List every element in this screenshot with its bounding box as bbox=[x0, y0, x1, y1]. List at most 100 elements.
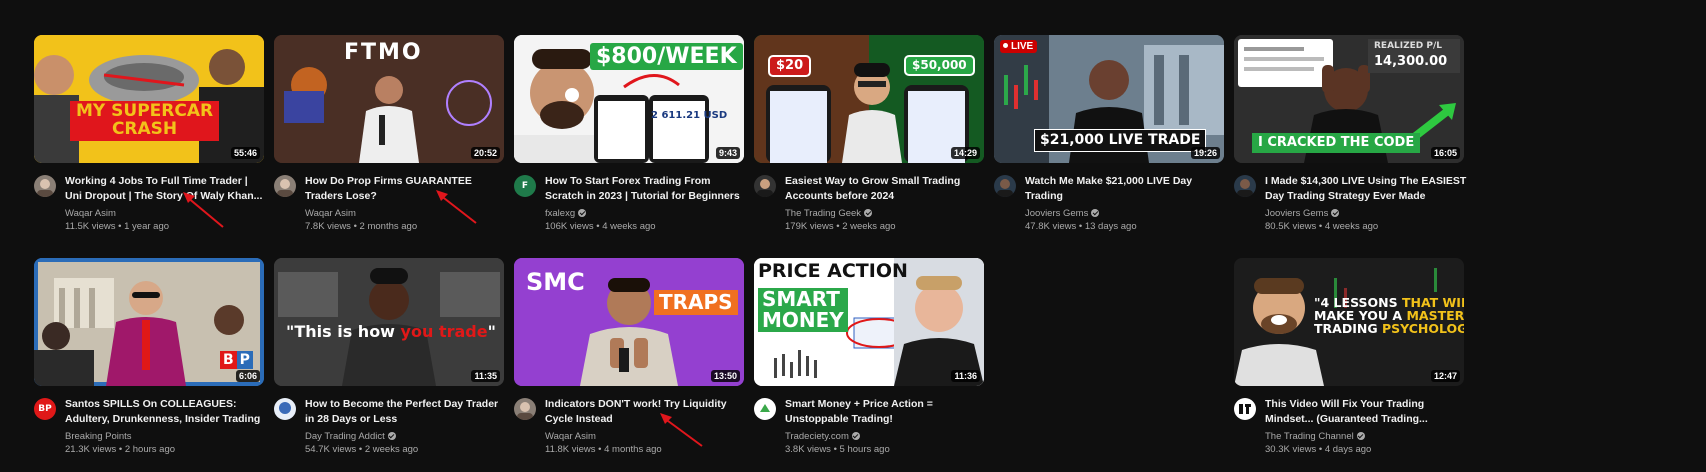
video-info: Easiest Way to Grow Small Trading Accoun… bbox=[785, 174, 987, 233]
video-card[interactable]: LIVE $21,000 LIVE TRADE 19:26 Watch Me M… bbox=[994, 35, 1227, 232]
thumbnail-balance: 2 611.21 USD bbox=[651, 110, 728, 121]
channel-name-text: Jooviers Gems bbox=[1265, 208, 1329, 219]
video-card[interactable]: "4 LESSONS THAT WILL MAKE YOU A MASTER O… bbox=[1234, 258, 1467, 455]
video-title[interactable]: Smart Money + Price Action = Unstoppable… bbox=[785, 397, 987, 427]
video-card[interactable]: BP 6:06 BP Santos SPILLS On COLLEAGUES: … bbox=[34, 258, 267, 455]
live-dot-icon bbox=[1003, 43, 1008, 48]
channel-name[interactable]: The Trading Channel bbox=[1265, 430, 1467, 443]
verified-icon bbox=[387, 432, 396, 440]
video-card[interactable]: MY SUPERCAR CRASH 55:46 Working 4 Jobs T… bbox=[34, 35, 267, 233]
video-title[interactable]: Watch Me Make $21,000 LIVE Day Trading bbox=[1025, 174, 1227, 204]
channel-name[interactable]: Waqar Asim bbox=[65, 207, 267, 220]
video-thumbnail[interactable]: REALIZED P/L 14,300.00 I CRACKED THE COD… bbox=[1234, 35, 1464, 163]
video-card[interactable]: $20 $50,000 14:29 Easiest Way to Grow Sm… bbox=[754, 35, 987, 233]
channel-avatar[interactable] bbox=[1234, 175, 1256, 197]
channel-name[interactable]: Tradeciety.com bbox=[785, 430, 987, 443]
video-title[interactable]: I Made $14,300 LIVE Using The EASIEST Da… bbox=[1265, 174, 1467, 204]
video-title[interactable]: Indicators DON'T work! Try Liquidity Cyc… bbox=[545, 397, 747, 427]
video-title[interactable]: Santos SPILLS On COLLEAGUES: Adultery, D… bbox=[65, 397, 267, 427]
view-count: 7.8K views bbox=[305, 221, 351, 232]
avatar-art bbox=[1237, 179, 1253, 197]
duration-badge: 13:50 bbox=[710, 370, 740, 382]
avatar-art bbox=[279, 402, 291, 414]
video-card[interactable]: "This is how you trade" 11:35 How to Bec… bbox=[274, 258, 507, 455]
avatar-art bbox=[517, 402, 533, 420]
video-thumbnail[interactable]: PRICE ACTION SMART MONEY 11:36 bbox=[754, 258, 984, 386]
channel-avatar[interactable] bbox=[754, 398, 776, 420]
channel-name-text: The Trading Geek bbox=[785, 208, 862, 219]
verified-icon bbox=[864, 209, 873, 217]
channel-name[interactable]: fxalexg bbox=[545, 207, 747, 220]
thumbnail-caption: "4 LESSONS THAT WILL MAKE YOU A MASTER O… bbox=[1314, 296, 1464, 335]
channel-name-text: Jooviers Gems bbox=[1025, 208, 1089, 219]
upload-age: 2 weeks ago bbox=[842, 221, 896, 232]
video-meta: 11.5K views • 1 year ago bbox=[65, 221, 170, 232]
upload-age: 2 hours ago bbox=[124, 444, 176, 455]
channel-avatar[interactable]: F bbox=[514, 175, 536, 197]
video-title[interactable]: This Video Will Fix Your Trading Mindset… bbox=[1265, 397, 1467, 427]
duration-badge: 11:36 bbox=[951, 370, 980, 382]
channel-avatar[interactable] bbox=[754, 175, 776, 197]
video-card[interactable]: SMC TRAPS 13:50 Indicators DON'T work! T… bbox=[514, 258, 747, 456]
video-info: Indicators DON'T work! Try Liquidity Cyc… bbox=[545, 397, 747, 456]
channel-name-text: Waqar Asim bbox=[65, 208, 116, 219]
video-thumbnail[interactable]: SMC TRAPS 13:50 bbox=[514, 258, 744, 386]
thumbnail-caption: $800/WEEK bbox=[590, 43, 743, 71]
duration-badge: 20:52 bbox=[470, 147, 500, 159]
video-thumbnail[interactable]: LIVE $21,000 LIVE TRADE 19:26 bbox=[994, 35, 1224, 163]
upload-age: 2 weeks ago bbox=[364, 444, 419, 455]
channel-name[interactable]: The Trading Geek bbox=[785, 207, 987, 220]
avatar-art bbox=[997, 179, 1013, 197]
upload-age: 1 year ago bbox=[124, 221, 170, 232]
video-card[interactable]: FTMO 20:52 How Do Prop Firms GUARANTEE T… bbox=[274, 35, 504, 232]
video-card[interactable]: REALIZED P/L 14,300.00 I CRACKED THE COD… bbox=[1234, 35, 1467, 232]
view-count: 11.5K views bbox=[65, 221, 116, 232]
video-info: How To Start Forex Trading From Scratch … bbox=[545, 174, 747, 233]
video-card[interactable]: PRICE ACTION SMART MONEY 11:36 Smart Mon… bbox=[754, 258, 987, 455]
video-title[interactable]: Easiest Way to Grow Small Trading Accoun… bbox=[785, 174, 987, 204]
channel-avatar[interactable] bbox=[1234, 398, 1256, 420]
video-thumbnail[interactable]: $20 $50,000 14:29 bbox=[754, 35, 984, 163]
video-info: Working 4 Jobs To Full Time Trader | Uni… bbox=[65, 174, 267, 233]
logo-letter: B bbox=[220, 351, 237, 369]
channel-avatar[interactable] bbox=[34, 175, 56, 197]
channel-avatar[interactable] bbox=[514, 398, 536, 420]
channel-name-text: Waqar Asim bbox=[305, 208, 356, 219]
channel-name-text: fxalexg bbox=[545, 208, 576, 219]
channel-name[interactable]: Day Trading Addict bbox=[305, 430, 507, 443]
avatar-art bbox=[277, 179, 293, 197]
channel-name-text: Day Trading Addict bbox=[305, 431, 385, 442]
video-thumbnail[interactable]: FTMO 20:52 bbox=[274, 35, 504, 163]
channel-name-text: Breaking Points bbox=[65, 431, 132, 442]
video-title[interactable]: How To Start Forex Trading From Scratch … bbox=[545, 174, 747, 204]
channel-name[interactable]: Breaking Points bbox=[65, 430, 267, 443]
channel-avatar[interactable] bbox=[274, 175, 296, 197]
video-thumbnail[interactable]: BP 6:06 bbox=[34, 258, 264, 386]
video-thumbnail[interactable]: MY SUPERCAR CRASH 55:46 bbox=[34, 35, 264, 163]
duration-badge: 6:06 bbox=[235, 370, 260, 382]
video-meta: 3.8K views • 5 hours ago bbox=[785, 444, 890, 455]
thumbnail-caption: FTMO bbox=[344, 40, 423, 65]
channel-name[interactable]: Waqar Asim bbox=[545, 430, 747, 443]
video-thumbnail[interactable]: $800/WEEK 2 611.21 USD 9:43 bbox=[514, 35, 744, 163]
live-label: LIVE bbox=[1011, 41, 1034, 52]
channel-avatar[interactable] bbox=[274, 398, 296, 420]
verified-icon bbox=[851, 432, 860, 440]
thumbnail-caption: I CRACKED THE CODE bbox=[1252, 133, 1421, 153]
upload-age: 5 hours ago bbox=[839, 444, 890, 455]
video-thumbnail[interactable]: "This is how you trade" 11:35 bbox=[274, 258, 504, 386]
caption-highlight: PSYCHOLOGY bbox=[1381, 321, 1464, 337]
channel-name[interactable]: Jooviers Gems bbox=[1265, 207, 1467, 220]
video-title[interactable]: How to Become the Perfect Day Trader in … bbox=[305, 397, 507, 427]
upload-age: 4 days ago bbox=[1324, 444, 1372, 455]
video-title[interactable]: Working 4 Jobs To Full Time Trader | Uni… bbox=[65, 174, 267, 204]
view-count: 11.8K views bbox=[545, 444, 596, 455]
video-card[interactable]: $800/WEEK 2 611.21 USD 9:43 F How To Sta… bbox=[514, 35, 747, 233]
video-thumbnail[interactable]: "4 LESSONS THAT WILL MAKE YOU A MASTER O… bbox=[1234, 258, 1464, 386]
video-meta: 54.7K views • 2 weeks ago bbox=[305, 444, 419, 455]
channel-name-text: The Trading Channel bbox=[1265, 431, 1354, 442]
channel-avatar[interactable]: BP bbox=[34, 398, 56, 420]
channel-avatar[interactable] bbox=[994, 175, 1016, 197]
channel-name[interactable]: Jooviers Gems bbox=[1025, 207, 1227, 220]
upload-age: 4 weeks ago bbox=[1324, 221, 1379, 232]
